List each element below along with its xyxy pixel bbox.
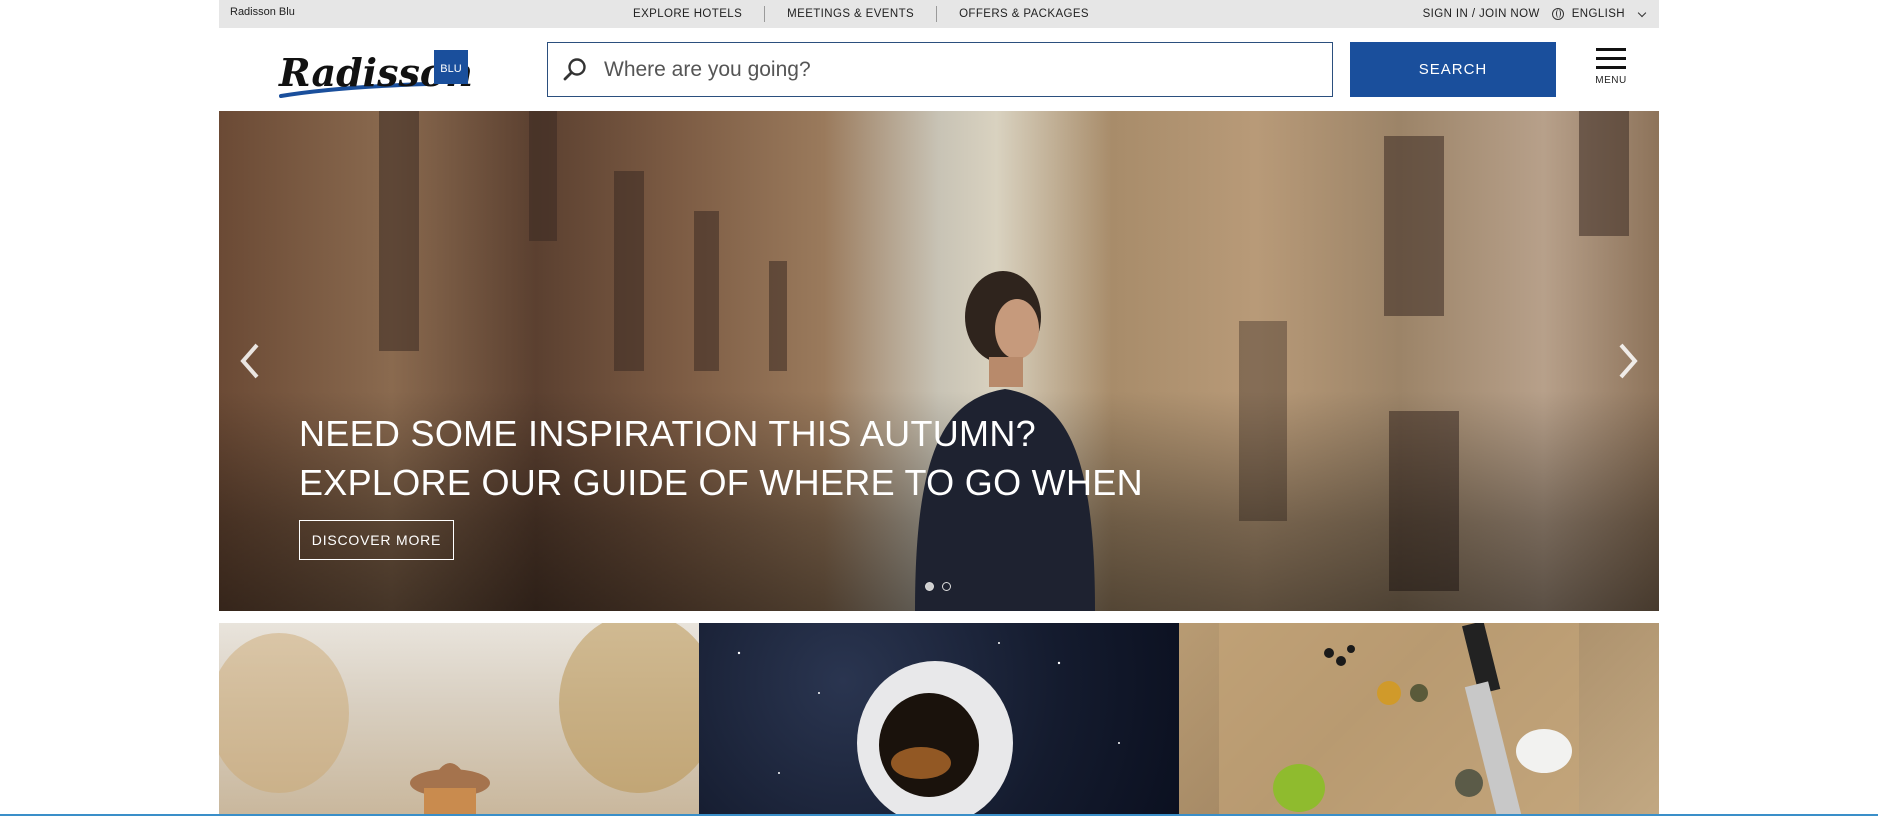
- hero-image-window: [529, 111, 557, 241]
- tile-image: [1219, 623, 1579, 816]
- nav-meetings-events[interactable]: MEETINGS & EVENTS: [765, 6, 936, 22]
- feature-tile-astronaut[interactable]: [699, 623, 1179, 816]
- menu-label: MENU: [1595, 75, 1627, 86]
- hero-carousel: NEED SOME INSPIRATION THIS AUTUMN? EXPLO…: [219, 111, 1659, 611]
- carousel-next-arrow[interactable]: [1613, 341, 1643, 381]
- chevron-down-icon: [1637, 8, 1647, 17]
- account-language: SIGN IN / JOIN NOW ENGLISH: [1423, 0, 1647, 28]
- top-nav: EXPLORE HOTELS MEETINGS & EVENTS OFFERS …: [611, 0, 1111, 28]
- search-icon: [563, 57, 586, 80]
- hero-image-window: [614, 171, 644, 371]
- carousel-dot-1[interactable]: [925, 582, 934, 591]
- hero-headline: NEED SOME INSPIRATION THIS AUTUMN? EXPLO…: [299, 409, 1143, 507]
- hero-image-window: [694, 211, 719, 371]
- language-selector[interactable]: ENGLISH: [1551, 8, 1647, 20]
- hamburger-icon: [1596, 48, 1626, 51]
- brand-name: Radisson Blu: [230, 6, 295, 18]
- top-utility-bar: Radisson Blu EXPLORE HOTELS MEETINGS & E…: [219, 0, 1659, 28]
- globe-icon: [1551, 8, 1564, 20]
- feature-tile-spices[interactable]: [1179, 623, 1659, 816]
- hamburger-icon-bar: [1596, 57, 1626, 60]
- hero-headline-line2: EXPLORE OUR GUIDE OF WHERE TO GO WHEN: [299, 462, 1143, 503]
- nav-explore-hotels[interactable]: EXPLORE HOTELS: [611, 6, 764, 22]
- carousel-prev-arrow[interactable]: [235, 341, 265, 381]
- discover-more-button[interactable]: DISCOVER MORE: [299, 520, 454, 560]
- sign-in-link[interactable]: SIGN IN / JOIN NOW: [1423, 8, 1540, 20]
- menu-button[interactable]: MENU: [1591, 48, 1631, 92]
- feature-tiles: [219, 623, 1659, 816]
- search-button[interactable]: SEARCH: [1350, 42, 1556, 97]
- hero-image-window: [1579, 111, 1629, 236]
- tile-image: [737, 642, 1120, 816]
- destination-search: [547, 42, 1333, 97]
- nav-offers-packages[interactable]: OFFERS & PACKAGES: [937, 6, 1111, 22]
- hamburger-icon-bar: [1596, 66, 1626, 69]
- main-header: Radisson BLU SEARCH MENU: [219, 28, 1659, 112]
- language-label: ENGLISH: [1571, 8, 1625, 20]
- feature-tile-autumn-street[interactable]: [219, 623, 699, 816]
- hero-image-window: [379, 111, 419, 351]
- logo-badge-text: BLU: [440, 63, 461, 75]
- hero-image-window: [1384, 136, 1444, 316]
- carousel-dot-2[interactable]: [942, 582, 951, 591]
- tile-image: [219, 623, 699, 816]
- carousel-pagination: [925, 582, 951, 591]
- radisson-blu-logo[interactable]: Radisson BLU: [277, 46, 473, 104]
- destination-input[interactable]: [602, 56, 1306, 83]
- hero-headline-line1: NEED SOME INSPIRATION THIS AUTUMN?: [299, 413, 1036, 454]
- page: Radisson Blu EXPLORE HOTELS MEETINGS & E…: [219, 0, 1659, 816]
- hero-image-window: [769, 261, 787, 371]
